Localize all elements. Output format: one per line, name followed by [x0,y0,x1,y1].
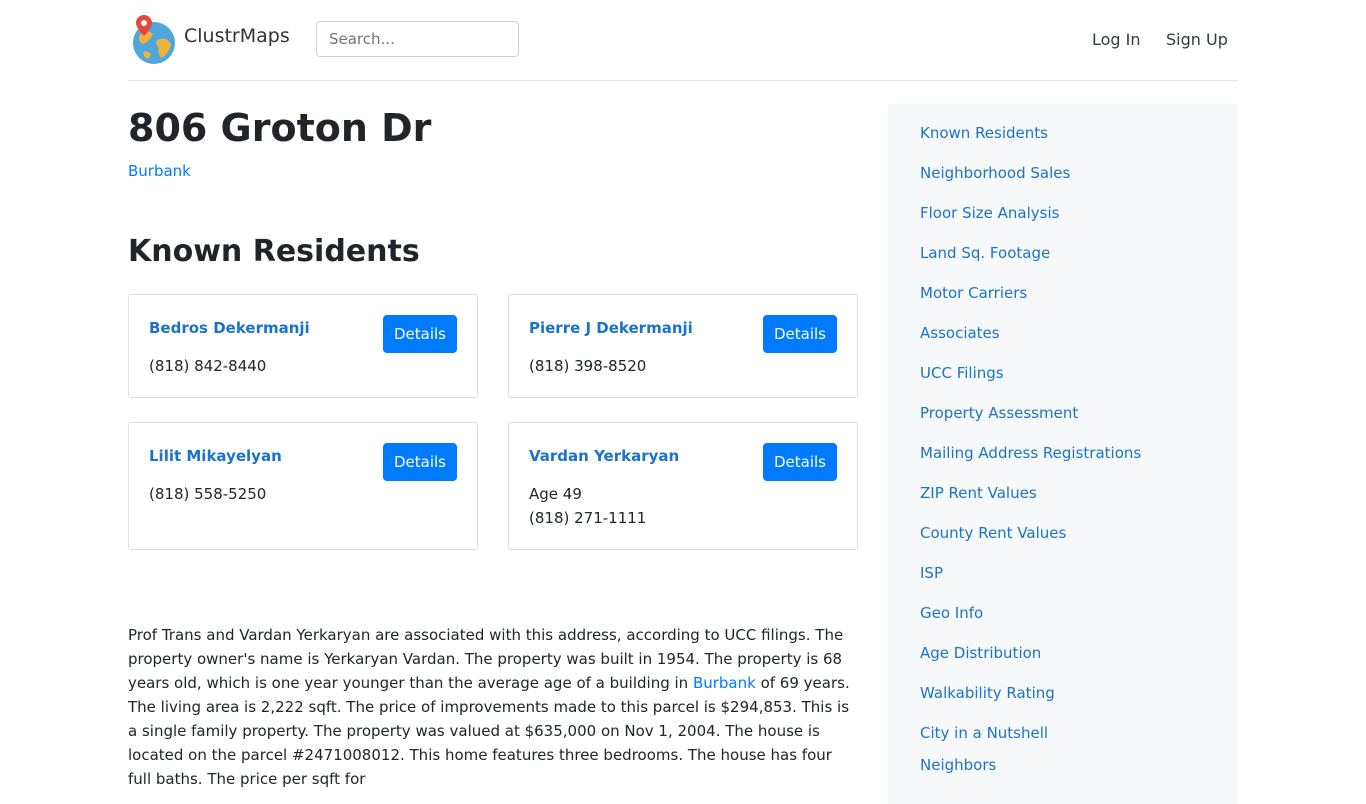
sidebar-item-geo-info: Geo Info [920,604,983,622]
globe-logo-icon[interactable] [131,14,177,66]
resident-card: Lilit Mikayelyan Details (818) 558-5250 [128,422,478,550]
resident-phone: (818) 271-1111 [529,509,647,527]
brand-name[interactable]: ClustrMaps [184,25,290,47]
sidebar-item-motor-carriers: Motor Carriers [920,284,1027,302]
resident-phone: (818) 842-8440 [149,357,267,375]
details-button[interactable]: Details [383,315,457,353]
sidebar-item-land-sq-footage: Land Sq. Footage [920,244,1050,262]
known-residents-heading: Known Residents [128,234,420,269]
sidebar-item-walkability-rating: Walkability Rating [920,684,1055,702]
details-button[interactable]: Details [383,443,457,481]
resident-card: Pierre J Dekermanji Details (818) 398-85… [508,294,858,398]
description-city-link[interactable]: Burbank [693,674,756,692]
sidebar-link[interactable]: Neighborhood Sales [920,164,1070,182]
search-input[interactable] [316,21,519,57]
sidebar-link[interactable]: Associates [920,324,1000,342]
sidebar-item-associates: Associates [920,324,1000,342]
page-title: 806 Groton Dr [128,106,432,150]
sidebar-link[interactable]: ISP [920,564,943,582]
sidebar-link[interactable]: Mailing Address Registrations [920,444,1141,462]
resident-name-link[interactable]: Lilit Mikayelyan [149,447,282,465]
signup-link[interactable]: Sign Up [1166,30,1228,49]
sidebar-item-floor-size-analysis: Floor Size Analysis [920,204,1059,222]
login-link[interactable]: Log In [1092,30,1141,49]
resident-phone: (818) 558-5250 [149,485,267,503]
sidebar-link[interactable]: ZIP Rent Values [920,484,1037,502]
resident-phone: (818) 398-8520 [529,357,647,375]
resident-card: Vardan Yerkaryan Details Age 49 (818) 27… [508,422,858,550]
sidebar-item-zip-rent-values: ZIP Rent Values [920,484,1037,502]
sidebar-item-county-rent-values: County Rent Values [920,524,1066,542]
sidebar-link[interactable]: UCC Filings [920,364,1004,382]
resident-name-link[interactable]: Vardan Yerkaryan [529,447,679,465]
sidebar-item-ucc-filings: UCC Filings [920,364,1004,382]
resident-age: Age 49 [529,485,582,503]
sidebar-nav: Known Residents Neighborhood Sales Floor… [888,104,1238,804]
resident-name-link[interactable]: Pierre J Dekermanji [529,319,693,337]
sidebar-link[interactable]: Geo Info [920,604,983,622]
sidebar-link[interactable]: Property Assessment [920,404,1078,422]
resident-name-link[interactable]: Bedros Dekermanji [149,319,310,337]
site-header: ClustrMaps Log In Sign Up [128,0,1238,81]
sidebar-link[interactable]: City in a Nutshell [920,724,1048,742]
city-link[interactable]: Burbank [128,162,191,180]
sidebar-link[interactable]: Motor Carriers [920,284,1027,302]
sidebar-item-isp: ISP [920,564,943,582]
sidebar-item-neighbors: Neighbors [920,756,996,774]
sidebar-link[interactable]: Walkability Rating [920,684,1055,702]
sidebar-link[interactable]: Floor Size Analysis [920,204,1059,222]
details-button[interactable]: Details [763,315,837,353]
resident-card: Bedros Dekermanji Details (818) 842-8440 [128,294,478,398]
sidebar-link[interactable]: County Rent Values [920,524,1066,542]
sidebar-item-age-distribution: Age Distribution [920,644,1041,662]
sidebar-item-neighborhood-sales: Neighborhood Sales [920,164,1070,182]
sidebar-item-known-residents: Known Residents [920,124,1048,142]
sidebar-item-mailing-address-registrations: Mailing Address Registrations [920,444,1141,462]
sidebar-link[interactable]: Land Sq. Footage [920,244,1050,262]
property-description: Prof Trans and Vardan Yerkaryan are asso… [128,623,858,791]
sidebar-link[interactable]: Neighbors [920,756,996,774]
sidebar-link[interactable]: Age Distribution [920,644,1041,662]
sidebar-link[interactable]: Known Residents [920,124,1048,142]
sidebar-item-city-in-a-nutshell: City in a Nutshell [920,724,1048,742]
details-button[interactable]: Details [763,443,837,481]
sidebar-item-property-assessment: Property Assessment [920,404,1078,422]
